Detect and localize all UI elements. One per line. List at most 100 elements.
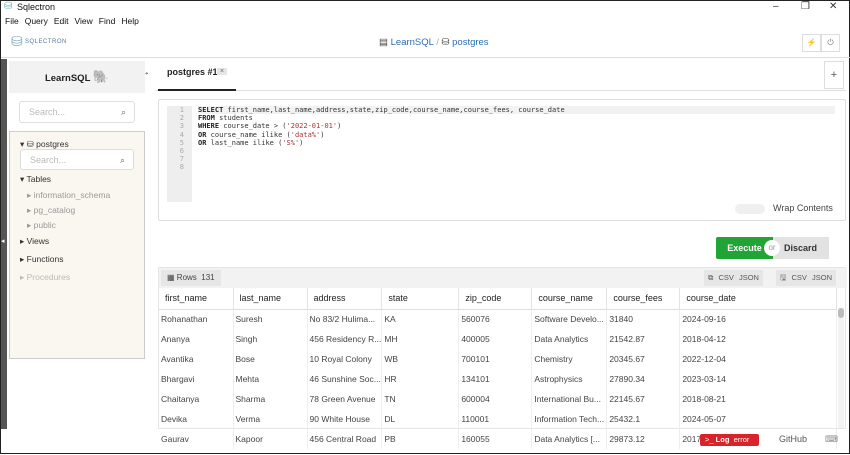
table-cell[interactable]: KA (381, 309, 460, 329)
table-cell[interactable]: 20345.67 (606, 349, 681, 369)
table-cell[interactable]: 2022-12-04 (679, 349, 837, 369)
table-row[interactable]: Avantika Bose 10 Royal Colony WB 700101 Chemi… (159, 349, 837, 369)
table-cell[interactable]: Astrophysics (531, 369, 608, 389)
tree-procedures[interactable]: ▸ Procedures (20, 272, 70, 283)
column-header-state[interactable]: state (381, 288, 460, 310)
breadcrumb-database[interactable]: postgres (452, 37, 488, 48)
discard-button[interactable]: Discard (773, 237, 829, 259)
sql-code[interactable]: SELECT first_name,last_name,address,stat… (167, 106, 835, 172)
table-cell[interactable]: Bose (233, 349, 308, 369)
table-cell[interactable]: 21542.87 (606, 329, 681, 349)
add-tab-button[interactable]: + (824, 61, 844, 89)
column-header-course-fees[interactable]: course_fees (606, 288, 681, 310)
table-cell[interactable]: 31840 (606, 309, 681, 329)
table-cell[interactable]: 134101 (458, 369, 533, 389)
table-cell[interactable]: 2018-04-12 (679, 329, 837, 349)
tree-views[interactable]: ▸ Views (20, 236, 49, 247)
table-cell[interactable]: Mehta (233, 369, 308, 389)
table-cell[interactable]: Software Develo... (531, 309, 608, 329)
save-csv-button[interactable]: CSV (791, 273, 806, 282)
copy-csv-button[interactable]: CSV (718, 273, 733, 282)
menu-query[interactable]: Query (25, 16, 48, 26)
tab-postgres-1[interactable]: postgres #1 × (158, 61, 236, 91)
column-header-course-date[interactable]: course_date (679, 288, 837, 310)
table-cell[interactable]: MH (381, 329, 460, 349)
collapse-arrow-icon[interactable]: ◂ (1, 237, 5, 245)
column-header-zip-code[interactable]: zip_code (458, 288, 533, 310)
table-cell[interactable]: 27890.34 (606, 369, 681, 389)
minimize-button[interactable]: – (773, 1, 779, 12)
breadcrumb-connection[interactable]: LearnSQL (391, 37, 434, 48)
table-row[interactable]: Devika Verma 90 White House DL 110001 Informa… (159, 409, 837, 429)
copy-json-button[interactable]: JSON (739, 273, 759, 282)
sidebar-resize-strip[interactable]: ◂ (1, 59, 7, 429)
table-cell[interactable]: 400005 (458, 329, 533, 349)
close-button[interactable]: ✕ (829, 1, 837, 12)
wrap-contents-toggle[interactable] (735, 204, 765, 214)
table-row[interactable]: Bhargavi Mehta 46 Sunshine Soc... HR 134101 A… (159, 369, 837, 389)
table-cell[interactable]: Ananya (159, 329, 234, 349)
table-cell[interactable]: 78 Green Avenue (307, 389, 383, 409)
table-cell[interactable]: 560076 (458, 309, 533, 329)
save-icon[interactable]: 🖫 (780, 273, 786, 282)
table-cell[interactable]: 456 Residency R... (307, 329, 383, 349)
db-search-input[interactable]: Search... ⌕ (20, 149, 134, 170)
scrollbar-thumb[interactable] (838, 308, 844, 318)
table-cell[interactable]: HR (381, 369, 460, 389)
table-cell[interactable]: 2023-03-14 (679, 369, 837, 389)
tree-schema-public[interactable]: ▸ public (27, 220, 56, 231)
column-header-address[interactable]: address (307, 288, 383, 310)
table-cell[interactable]: Chemistry (531, 349, 608, 369)
table-cell[interactable]: 90 White House (307, 409, 383, 429)
github-link[interactable]: GitHub (779, 434, 807, 444)
table-row[interactable]: Rohanathan Suresh No 83/2 Hulima... KA 56007… (159, 309, 837, 329)
table-cell[interactable]: No 83/2 Hulima... (307, 309, 383, 329)
table-cell[interactable]: Bhargavi (159, 369, 234, 389)
tree-tables[interactable]: ▾ Tables (20, 174, 51, 185)
table-row[interactable]: Chaitanya Sharma 78 Green Avenue TN 600004 In… (159, 389, 837, 409)
table-cell[interactable]: DL (381, 409, 460, 429)
table-row[interactable]: Ananya Singh 456 Residency R... MH 400005 Dat… (159, 329, 837, 349)
save-json-button[interactable]: JSON (812, 273, 832, 282)
column-header-course-name[interactable]: course_name (531, 288, 608, 310)
disconnect-button[interactable]: ⏻ (821, 34, 840, 52)
table-cell[interactable]: Chaitanya (159, 389, 234, 409)
tree-schema-information-schema[interactable]: ▸ information_schema (27, 190, 110, 201)
table-cell[interactable]: Singh (233, 329, 308, 349)
table-cell[interactable]: Information Tech... (531, 409, 608, 429)
table-cell[interactable]: Avantika (159, 349, 234, 369)
table-cell[interactable]: 22145.67 (606, 389, 681, 409)
column-header-last-name[interactable]: last_name (233, 288, 308, 310)
table-cell[interactable]: Suresh (233, 309, 308, 329)
maximize-button[interactable]: ❐ (801, 1, 810, 12)
table-cell[interactable]: 700101 (458, 349, 533, 369)
reconnect-button[interactable]: ⚡ (802, 34, 821, 52)
table-cell[interactable]: Devika (159, 409, 234, 429)
table-cell[interactable]: 25432.1 (606, 409, 681, 429)
menu-view[interactable]: View (75, 16, 93, 26)
server-search-input[interactable]: Search... ⌕ (19, 101, 135, 123)
copy-icon[interactable]: ⧉ (708, 273, 713, 282)
table-cell[interactable]: WB (381, 349, 460, 369)
menu-edit[interactable]: Edit (54, 16, 69, 26)
tree-schema-pg-catalog[interactable]: ▸ pg_catalog (27, 205, 75, 216)
results-scrollbar[interactable] (838, 308, 844, 428)
tab-close-button[interactable]: × (217, 68, 228, 75)
table-cell[interactable]: TN (381, 389, 460, 409)
table-cell[interactable]: Data Analytics (531, 329, 608, 349)
sql-editor[interactable]: 12345678 SELECT first_name,last_name,add… (158, 99, 846, 221)
log-error-button[interactable]: >_ Log error (700, 434, 759, 446)
menu-find[interactable]: Find (99, 16, 116, 26)
table-cell[interactable]: 2024-05-07 (679, 409, 837, 429)
table-cell[interactable]: 46 Sunshine Soc... (307, 369, 383, 389)
column-header-first-name[interactable]: first_name (159, 288, 234, 310)
tree-functions[interactable]: ▸ Functions (20, 254, 64, 265)
table-cell[interactable]: 10 Royal Colony (307, 349, 383, 369)
table-cell[interactable]: Verma (233, 409, 308, 429)
table-cell[interactable]: 600004 (458, 389, 533, 409)
table-cell[interactable]: Sharma (233, 389, 308, 409)
table-cell[interactable]: International Bu... (531, 389, 608, 409)
table-cell[interactable]: 110001 (458, 409, 533, 429)
menu-file[interactable]: File (5, 16, 19, 26)
menu-help[interactable]: Help (121, 16, 138, 26)
